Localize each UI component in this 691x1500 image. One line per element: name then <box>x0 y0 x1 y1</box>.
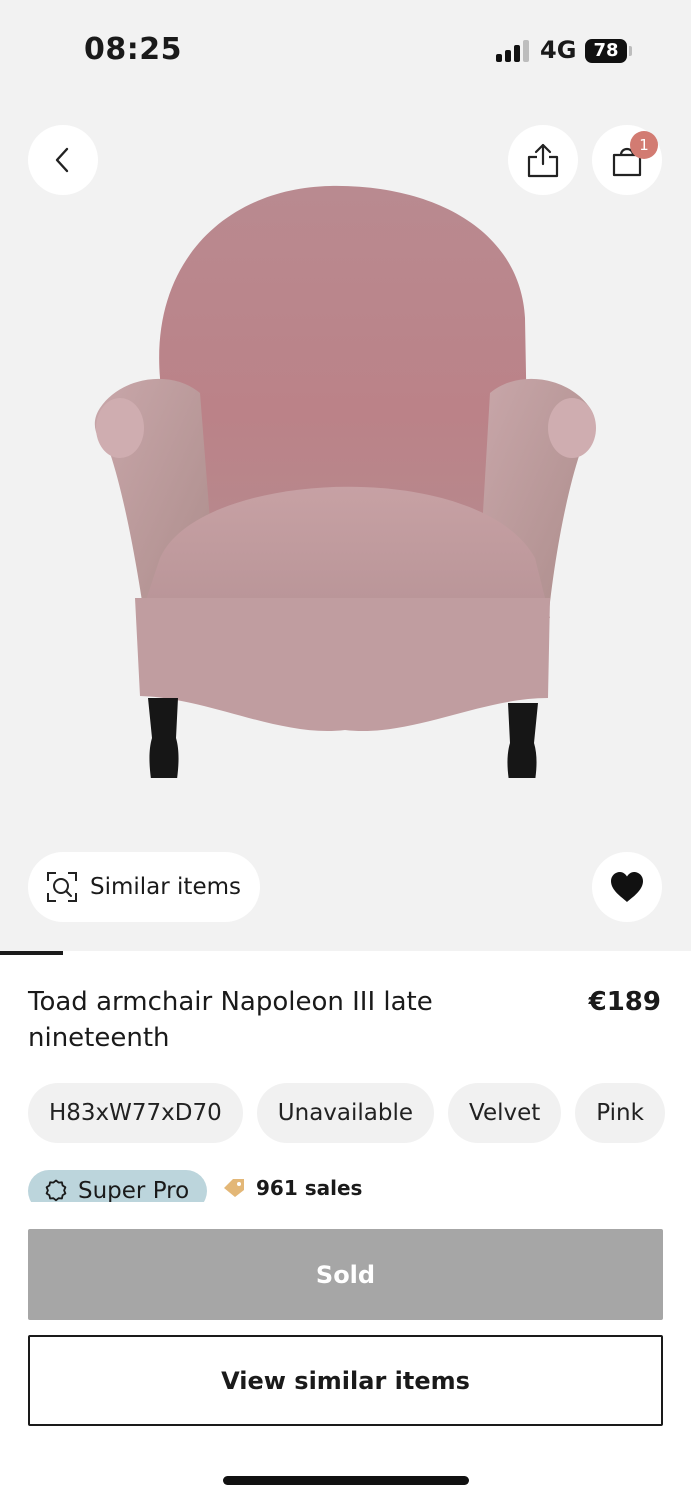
product-title: Toad armchair Napoleon III late nineteen… <box>28 987 433 1053</box>
image-pager <box>0 951 691 956</box>
favorite-button[interactable] <box>592 852 662 922</box>
battery-cap <box>629 46 632 56</box>
product-price: €189 <box>588 987 661 1017</box>
chevron-left-icon <box>55 147 69 173</box>
attribute-chip-color[interactable]: Pink <box>575 1083 665 1143</box>
attribute-chip-dimensions[interactable]: H83xW77xD70 <box>28 1083 243 1143</box>
pager-active-indicator <box>0 951 63 955</box>
attribute-chip-material[interactable]: Velvet <box>448 1083 562 1143</box>
cart-count-badge: 1 <box>630 131 658 159</box>
super-pro-badge[interactable]: Super Pro <box>28 1170 207 1202</box>
sold-button: Sold <box>28 1229 663 1320</box>
visual-search-icon <box>47 872 77 902</box>
cart-button[interactable]: 1 <box>592 125 662 195</box>
similar-items-label: Similar items <box>90 874 241 900</box>
super-pro-label: Super Pro <box>78 1178 190 1202</box>
back-button[interactable] <box>28 125 98 195</box>
network-label: 4G <box>540 36 577 64</box>
signal-icon <box>496 40 532 62</box>
sales-label: 961 sales <box>256 1176 363 1200</box>
product-image <box>94 185 596 778</box>
seller-info: Super Pro 961 sales <box>28 1170 668 1202</box>
similar-items-button[interactable]: Similar items <box>28 852 260 922</box>
attribute-chip-availability[interactable]: Unavailable <box>256 1083 435 1143</box>
product-image-gallery[interactable]: 1 Similar items <box>0 100 691 951</box>
status-time: 08:25 <box>84 32 182 67</box>
battery-icon: 78 <box>585 39 627 63</box>
home-indicator <box>223 1476 469 1485</box>
tag-icon <box>224 1179 244 1197</box>
share-icon <box>527 143 559 178</box>
view-similar-items-button[interactable]: View similar items <box>28 1335 663 1426</box>
share-button[interactable] <box>508 125 578 195</box>
status-bar: 08:25 4G 78 <box>0 0 691 100</box>
heart-icon <box>611 872 643 902</box>
attribute-chips: H83xW77xD70 Unavailable Velvet Pink <box>28 1083 665 1143</box>
seal-icon <box>45 1179 67 1202</box>
sales-count: 961 sales <box>222 1176 362 1200</box>
